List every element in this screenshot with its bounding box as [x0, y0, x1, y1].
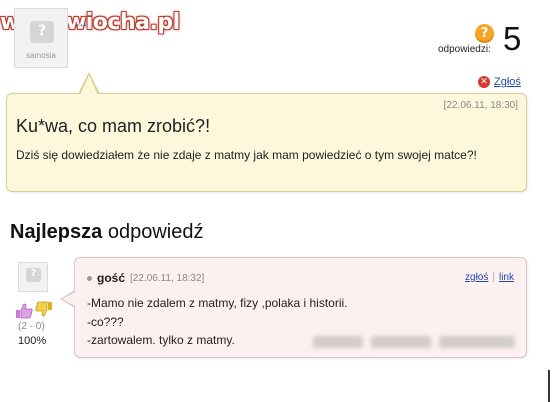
thumbs-down-icon[interactable] [35, 301, 53, 317]
edge-divider [548, 370, 550, 402]
answers-label: odpowiedzi: [438, 44, 491, 55]
blurred-text [371, 336, 431, 348]
vote-percent: 100% [18, 335, 47, 347]
answer-line: -Mamo nie zdalem z matmy, fizy ,polaka i… [87, 296, 348, 310]
report-link[interactable]: ✕ Zgłoś [478, 76, 521, 88]
asker-avatar[interactable]: samosia [14, 8, 68, 68]
question-title: Ku*wa, co mam zrobić?! [16, 116, 211, 136]
answer-date: [22.06.11, 18:32] [130, 272, 205, 284]
answers-count: 5 [503, 20, 522, 57]
report-label[interactable]: Zgłoś [494, 76, 521, 88]
question-body: Dziś się dowiedziałem że nie zdaje z mat… [16, 148, 477, 162]
answer-line: -zartowalem. tylko z matmy. [87, 333, 235, 347]
answer-actions: zgłoś | link [465, 272, 514, 283]
best-answer-heading-bold: Najlepsza [10, 221, 103, 243]
answer-line: -co??? [87, 315, 124, 329]
question-bubble-tail-fill [80, 75, 98, 95]
actions-separator: | [492, 272, 495, 283]
answer-permalink[interactable]: link [499, 272, 514, 283]
blurred-text [313, 336, 363, 348]
thumbs-up-icon[interactable] [15, 303, 33, 319]
close-circle-icon: ✕ [478, 76, 490, 88]
avatar-caption: samosia [26, 51, 56, 60]
answer-author: gość [97, 271, 126, 285]
answer-report-link[interactable]: zgłoś [465, 272, 488, 283]
answer-meta: gość [22.06.11, 18:32] [87, 271, 204, 285]
bullet-icon [87, 275, 92, 281]
avatar-placeholder-icon [26, 268, 41, 282]
best-answer-heading: Najlepsza odpowiedź [10, 221, 203, 244]
avatar-placeholder-icon [30, 21, 54, 43]
answer-bubble-tail-fill [62, 292, 75, 306]
answerer-avatar[interactable] [18, 262, 48, 292]
blurred-text [439, 336, 515, 348]
asker-name[interactable]: ... [76, 14, 87, 29]
question-box: [22.06.11, 18:30] Ku*wa, co mam zrobić?!… [6, 93, 527, 192]
question-date: [22.06.11, 18:30] [443, 100, 518, 111]
question-icon: ? [475, 24, 494, 43]
vote-score: (2 - 0) [18, 321, 45, 332]
best-answer-heading-rest: odpowiedź [102, 221, 204, 243]
answer-box: gość [22.06.11, 18:32] zgłoś | link -Mam… [74, 257, 527, 358]
